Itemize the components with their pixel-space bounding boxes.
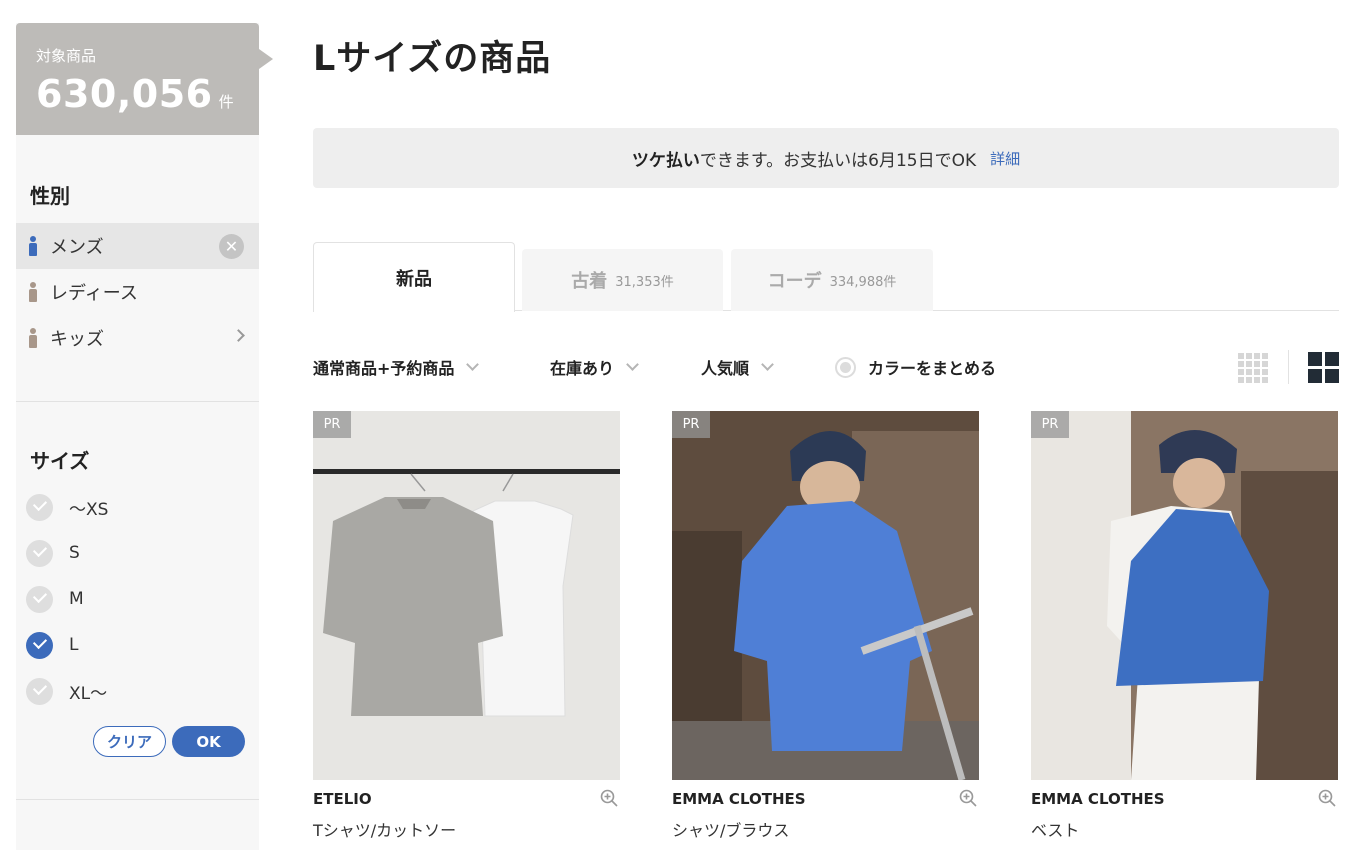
size-option-s[interactable]: S	[16, 530, 259, 576]
size-option-l[interactable]: L	[16, 622, 259, 668]
divider	[16, 401, 259, 402]
gender-item-label: キッズ	[50, 329, 104, 350]
dropdown-label: 通常商品+予約商品	[313, 359, 455, 378]
tab-count: 31,353件	[615, 274, 674, 290]
brand-name: EMMA CLOTHES	[672, 790, 806, 808]
product-brand: ETELIO	[313, 789, 620, 808]
gender-item-label: メンズ	[50, 237, 104, 258]
product-brand: EMMA CLOTHES	[672, 789, 979, 808]
chevron-down-icon	[466, 358, 480, 371]
product-brand: EMMA CLOTHES	[1031, 789, 1338, 808]
banner-detail-link[interactable]: 詳細	[990, 148, 1020, 169]
pr-badge: PR	[672, 411, 710, 438]
check-icon	[26, 493, 53, 521]
product-image[interactable]: PR	[1031, 411, 1338, 780]
tab-label: 古着	[571, 271, 608, 292]
result-count-label: 対象商品	[36, 47, 97, 65]
gender-item-mens[interactable]: メンズ ✕	[16, 223, 259, 269]
page-title: Lサイズの商品	[313, 39, 552, 79]
gender-section-title: 性別	[30, 184, 70, 208]
banner-bold-text: ツケ払い	[631, 150, 700, 171]
banner-text: できます。お支払いは6月15日でOK	[699, 150, 977, 171]
radio-icon	[835, 356, 856, 378]
divider	[16, 799, 259, 800]
gender-item-label: レディース	[50, 283, 138, 304]
zoom-icon[interactable]	[1318, 789, 1336, 807]
chevron-down-icon	[626, 358, 639, 371]
product-image[interactable]: PR	[672, 411, 979, 780]
size-option-label: M	[69, 589, 84, 609]
product-image[interactable]: PR	[313, 411, 620, 780]
chevron-right-icon	[232, 329, 245, 342]
gender-item-kids[interactable]: キッズ	[16, 315, 259, 361]
size-option-label: 〜XS	[69, 499, 109, 520]
tab-coordinate[interactable]: コーデ 334,988件	[731, 249, 933, 311]
tab-label: 新品	[396, 268, 432, 290]
small-grid-view-icon[interactable]	[1238, 353, 1268, 383]
dropdown-label: 在庫あり	[550, 359, 615, 378]
filter-bar: 通常商品+予約商品 在庫あり 人気順 カラーをまとめる	[313, 350, 1339, 384]
tab-label: コーデ	[767, 271, 822, 292]
result-count-unit: 件	[218, 93, 234, 111]
size-option-xl[interactable]: XL〜	[16, 668, 259, 714]
clear-gender-icon[interactable]: ✕	[219, 234, 244, 259]
brand-name: ETELIO	[313, 790, 372, 808]
check-icon	[26, 631, 53, 659]
brand-name: EMMA CLOTHES	[1031, 790, 1165, 808]
product-card[interactable]: PR ETELIO Tシャツ/カットソー	[313, 411, 620, 841]
result-count-value: 630,056	[36, 72, 213, 116]
tab-new[interactable]: 新品	[313, 242, 515, 312]
stock-dropdown[interactable]: 在庫あり	[550, 352, 639, 382]
product-category: Tシャツ/カットソー	[313, 821, 457, 840]
product-card[interactable]: PR EMMA CLOTHES ベスト	[1031, 411, 1338, 841]
person-icon	[28, 282, 38, 302]
person-icon	[28, 328, 38, 348]
large-grid-view-icon[interactable]	[1308, 352, 1339, 383]
pr-badge: PR	[313, 411, 351, 438]
product-category: ベスト	[1031, 821, 1080, 840]
person-icon	[28, 236, 38, 256]
filter-sidebar: 対象商品 630,056 件 性別 メンズ ✕ レディース キッズ サイズ 〜X…	[16, 23, 273, 850]
check-icon	[26, 677, 53, 705]
zoom-icon[interactable]	[600, 789, 618, 807]
product-category: シャツ/ブラウス	[672, 821, 790, 840]
tab-bar: 新品 古着 31,353件 コーデ 334,988件	[313, 242, 1339, 312]
divider	[1288, 350, 1289, 384]
size-option-label: XL〜	[69, 683, 108, 704]
gender-item-ladies[interactable]: レディース	[16, 269, 259, 315]
pr-badge: PR	[1031, 411, 1069, 438]
product-card[interactable]: PR EMMA CLOTHES シャツ/ブラウス	[672, 411, 979, 841]
size-ok-button[interactable]: OK	[172, 726, 245, 757]
size-option-label: S	[69, 543, 80, 563]
payment-banner: ツケ払い できます。お支払いは6月15日でOK 詳細	[313, 128, 1339, 188]
chevron-down-icon	[761, 358, 774, 371]
size-section-title: サイズ	[30, 449, 90, 473]
size-option-label: L	[69, 635, 79, 655]
tab-count: 334,988件	[829, 274, 897, 290]
main-content: Lサイズの商品 ツケ払い できます。お支払いは6月15日でOK 詳細 新品 古着…	[313, 0, 1339, 850]
size-option-xs[interactable]: 〜XS	[16, 484, 259, 530]
tab-used[interactable]: 古着 31,353件	[522, 249, 723, 311]
dropdown-label: 人気順	[701, 359, 750, 378]
toggle-label: カラーをまとめる	[868, 359, 997, 378]
sort-dropdown[interactable]: 人気順	[701, 352, 774, 382]
check-icon	[26, 539, 53, 567]
size-option-m[interactable]: M	[16, 576, 259, 622]
zoom-icon[interactable]	[959, 789, 977, 807]
check-icon	[26, 585, 53, 613]
result-count-box: 対象商品 630,056 件	[16, 23, 273, 135]
size-clear-button[interactable]: クリア	[93, 726, 166, 757]
product-type-dropdown[interactable]: 通常商品+予約商品	[313, 352, 480, 382]
group-colors-toggle[interactable]: カラーをまとめる	[835, 352, 996, 382]
